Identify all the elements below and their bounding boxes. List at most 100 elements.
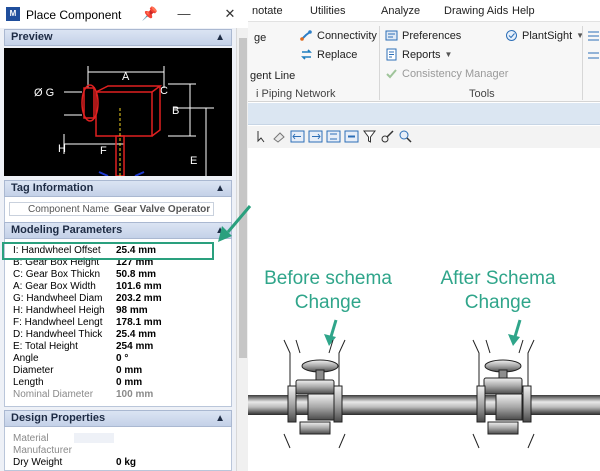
host-application: notate Utilities Analyze Drawing Aids He…	[248, 0, 600, 471]
ribbon-item-ge-label: ge	[254, 32, 267, 44]
app-logo-icon: M	[6, 7, 20, 21]
menu-annotate[interactable]: notate	[252, 5, 283, 17]
param-row-nominal-diameter: Nominal Diameter 100 mm	[10, 389, 215, 401]
preferences-icon	[385, 30, 398, 41]
pin-icon[interactable]: 📌	[140, 4, 160, 24]
tag-information-body: Component Name Gear Valve Operator	[4, 197, 232, 223]
ribbon-separator	[582, 26, 583, 100]
modeling-parameters-body: I: Handwheel Offset 25.4 mm B: Gear Box H…	[4, 239, 232, 407]
valve-before	[283, 339, 346, 449]
collapse-icon: ▲	[215, 413, 225, 424]
group-label-piping-network: i Piping Network	[256, 88, 336, 100]
param-row-handwheel-diameter[interactable]: G: Handwheel Diam 203.2 mm	[10, 293, 215, 305]
param-label: G: Handwheel Diam	[13, 293, 103, 304]
param-row-angle[interactable]: Angle 0 °	[10, 353, 215, 365]
param-value[interactable]: 98 mm	[116, 305, 148, 317]
menu-utilities[interactable]: Utilities	[310, 5, 345, 17]
minimize-button[interactable]: —	[174, 4, 194, 24]
param-row-gear-box-width[interactable]: A: Gear Box Width 101.6 mm	[10, 281, 215, 293]
param-value[interactable]: 0 mm	[116, 365, 142, 377]
param-row-handwheel-thickness[interactable]: D: Handwheel Thick 25.4 mm	[10, 329, 215, 341]
param-value[interactable]: 254 mm	[116, 341, 153, 353]
consistency-label: Consistency Manager	[402, 67, 509, 80]
view-window-icon[interactable]	[344, 129, 359, 144]
param-row-diameter[interactable]: Diameter 0 mm	[10, 365, 215, 377]
section-header-tag-information[interactable]: Tag Information ▲	[4, 180, 232, 197]
plantsight-icon	[506, 30, 517, 41]
prop-value[interactable]	[74, 433, 114, 443]
menu-drawing-aids[interactable]: Drawing Aids	[444, 5, 508, 17]
section-header-design-properties[interactable]: Design Properties ▲	[4, 410, 232, 427]
param-value[interactable]: 203.2 mm	[116, 293, 162, 305]
ribbon-item-tangent-line[interactable]: gent Line	[250, 70, 295, 82]
param-label: A: Gear Box Width	[13, 281, 96, 292]
reports-button[interactable]: Reports ▼	[385, 48, 452, 61]
param-value[interactable]: 101.6 mm	[116, 281, 162, 293]
panel-scrollbar[interactable]	[236, 28, 248, 471]
prop-row-dry-weight[interactable]: Dry Weight 0 kg	[10, 457, 215, 469]
list-icon[interactable]	[587, 49, 600, 62]
section-title-tag: Tag Information	[11, 182, 94, 194]
section-header-preview[interactable]: Preview ▲	[4, 29, 232, 46]
grid-icon[interactable]	[587, 29, 600, 42]
param-label: H: Handwheel Heigh	[13, 305, 105, 316]
reports-icon	[386, 48, 397, 61]
param-value[interactable]: 178.1 mm	[116, 317, 162, 329]
eraser-icon[interactable]	[272, 129, 287, 144]
param-row-total-height[interactable]: E: Total Height 254 mm	[10, 341, 215, 353]
dim-label-b: B	[172, 105, 179, 117]
replace-icon	[301, 49, 312, 60]
plantsight-button[interactable]: PlantSight ▼	[505, 29, 584, 42]
menu-help[interactable]: Help	[512, 5, 535, 17]
reports-dropdown-icon: ▼	[444, 50, 453, 59]
prop-row-manufacturer[interactable]: Manufacturer	[10, 445, 215, 457]
panel-title-bar: M Place Component 📌 — ✕	[0, 0, 248, 28]
param-value[interactable]: 25.4 mm	[116, 329, 156, 341]
connectivity-button[interactable]: Connectivity	[300, 29, 377, 42]
preferences-label: Preferences	[402, 29, 462, 42]
pointer-icon[interactable]	[254, 129, 269, 144]
highlight-box	[2, 242, 214, 260]
scrollbar-thumb[interactable]	[239, 38, 247, 358]
view-right-icon[interactable]	[308, 129, 323, 144]
param-row-length[interactable]: Length 0 mm	[10, 377, 215, 389]
param-label: F: Handwheel Lengt	[13, 317, 103, 328]
param-label: Length	[13, 377, 44, 388]
ribbon-item-tangent-line-label: gent Line	[250, 70, 296, 82]
param-value[interactable]: 0 °	[116, 353, 128, 365]
preferences-button[interactable]: Preferences	[385, 29, 461, 42]
view-toolbar	[248, 126, 600, 148]
ribbon-item-ge[interactable]: ge	[254, 32, 266, 44]
section-title-modeling: Modeling Parameters	[11, 224, 123, 236]
plantsight-label: PlantSight	[522, 29, 573, 42]
search-icon[interactable]	[398, 129, 413, 144]
param-row-gear-box-thickness[interactable]: C: Gear Box Thickn 50.8 mm	[10, 269, 215, 281]
component-name-field[interactable]: Component Name Gear Valve Operator	[9, 202, 214, 216]
view-left-icon[interactable]	[290, 129, 305, 144]
close-button[interactable]: ✕	[220, 4, 240, 24]
prop-value[interactable]: 0 kg	[116, 457, 136, 469]
tools-icon[interactable]	[380, 129, 395, 144]
dim-label-e: E	[190, 155, 197, 167]
pipe	[248, 395, 600, 415]
replace-label: Replace	[317, 48, 358, 61]
param-label: Diameter	[13, 365, 54, 376]
replace-button[interactable]: Replace	[300, 48, 357, 61]
section-title-preview: Preview	[11, 31, 53, 43]
ribbon-separator	[379, 26, 380, 100]
view-fit-icon[interactable]	[326, 129, 341, 144]
section-header-modeling-parameters[interactable]: Modeling Parameters ▲	[4, 222, 232, 239]
param-label: Nominal Diameter	[13, 389, 94, 400]
param-value[interactable]: 0 mm	[116, 377, 142, 389]
dim-label-g: Ø G	[34, 87, 54, 99]
param-value[interactable]: 50.8 mm	[116, 269, 156, 281]
param-row-handwheel-length[interactable]: F: Handwheel Lengt 178.1 mm	[10, 317, 215, 329]
prop-label: Dry Weight	[13, 457, 63, 468]
param-row-handwheel-height[interactable]: H: Handwheel Heigh 98 mm	[10, 305, 215, 317]
prop-row-material[interactable]: Material	[10, 433, 215, 445]
menu-analyze[interactable]: Analyze	[381, 5, 420, 17]
filter-icon[interactable]	[362, 129, 377, 144]
drawing-canvas[interactable]: Before schema Change After Schema Change	[248, 148, 600, 471]
group-label-tools: Tools	[469, 88, 495, 100]
consistency-manager-button[interactable]: Consistency Manager	[385, 67, 508, 80]
